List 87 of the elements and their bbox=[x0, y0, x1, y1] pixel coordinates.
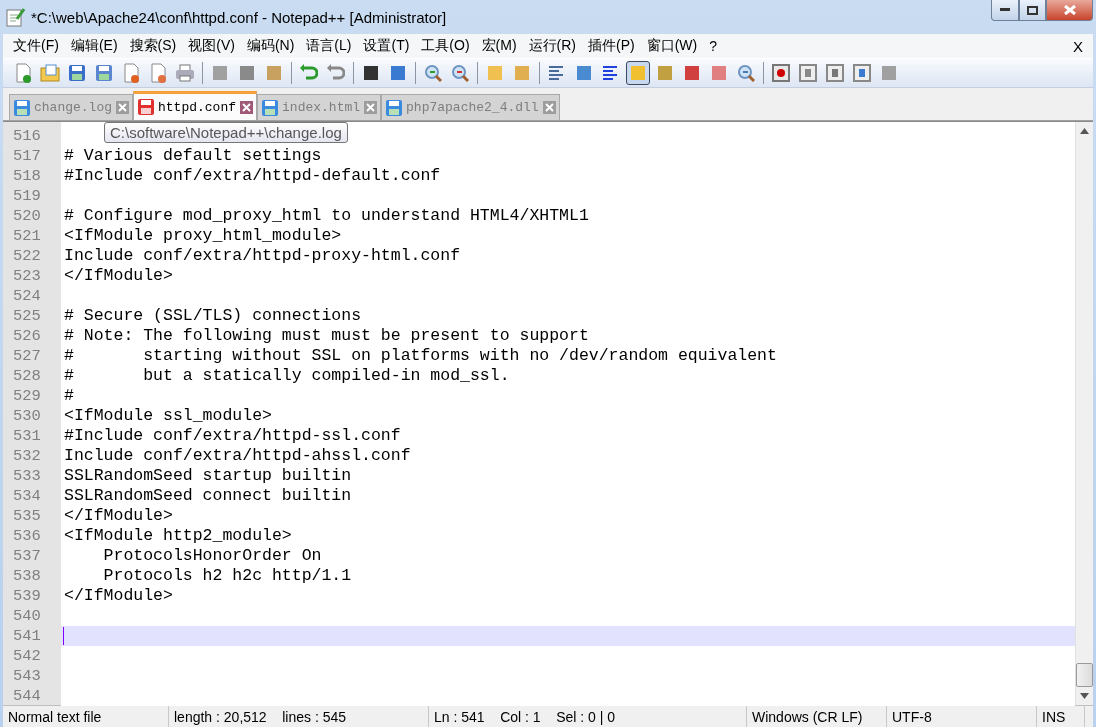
scroll-down-icon[interactable] bbox=[1080, 693, 1089, 699]
record-icon bbox=[772, 64, 790, 82]
line-number: 538 bbox=[12, 566, 42, 586]
line-number: 536 bbox=[12, 526, 42, 546]
scroll-up-icon[interactable] bbox=[1080, 128, 1089, 134]
window-title: *C:\web\Apache24\conf\httpd.conf - Notepad++ [Administrator] bbox=[31, 8, 448, 26]
line-number: 525 bbox=[12, 306, 42, 326]
indent-guide-icon bbox=[602, 64, 620, 82]
line-number: 542 bbox=[12, 646, 42, 666]
menu-item[interactable]: 视图(V) bbox=[182, 37, 241, 55]
redo-icon bbox=[327, 64, 345, 82]
line-number: 524 bbox=[12, 286, 42, 306]
close-icon bbox=[1063, 5, 1076, 15]
file-tab[interactable]: httpd.conf bbox=[133, 91, 258, 120]
line-number: 533 bbox=[12, 466, 42, 486]
line-number: 541 bbox=[12, 626, 42, 646]
save-all-icon bbox=[95, 64, 113, 82]
menu-item[interactable]: 窗口(W) bbox=[640, 37, 704, 55]
menu-item[interactable]: 设置(T) bbox=[357, 37, 416, 55]
status-text: Windows (CR LF) bbox=[747, 706, 887, 727]
line-number: 523 bbox=[12, 266, 42, 286]
line-number: 520 bbox=[12, 206, 42, 226]
close-file-icon bbox=[122, 63, 140, 83]
line-number: 543 bbox=[12, 666, 42, 686]
line-number: 530 bbox=[12, 406, 42, 426]
menu-item[interactable]: 编辑(E) bbox=[64, 37, 124, 55]
close-tab-icon[interactable] bbox=[542, 101, 556, 114]
close-all-icon bbox=[149, 63, 167, 83]
scroll-thumb[interactable] bbox=[1076, 663, 1093, 687]
line-number: 537 bbox=[12, 546, 42, 566]
line-number: 528 bbox=[12, 366, 42, 386]
notepad-icon bbox=[5, 7, 25, 27]
line-number: 529 bbox=[12, 386, 42, 406]
close-tab-icon[interactable] bbox=[364, 101, 378, 114]
open-folder-icon bbox=[40, 64, 60, 82]
line-number: 540 bbox=[12, 606, 42, 626]
menu-item[interactable]: 运行(R) bbox=[522, 37, 582, 55]
zoom-in-icon bbox=[424, 64, 442, 82]
word-wrap-icon bbox=[548, 64, 566, 82]
line-number: 518 bbox=[12, 166, 42, 186]
maximize-button[interactable] bbox=[1019, 0, 1046, 21]
status-text: Ln : 541 Col : 1 Sel : 0 | 0 bbox=[429, 706, 747, 727]
line-number: 516 bbox=[12, 126, 42, 146]
save-icon bbox=[14, 99, 30, 116]
menu-item[interactable]: 文件(F) bbox=[7, 37, 65, 55]
tooltip: C:\software\Notepad++\change.log bbox=[104, 122, 348, 143]
status-text: Normal text file bbox=[3, 706, 169, 727]
menu-item[interactable]: 搜索(S) bbox=[123, 37, 183, 55]
minimize-icon bbox=[1000, 8, 1010, 12]
menu-item[interactable]: ? bbox=[703, 38, 724, 54]
status-text: length : 20,512 lines : 545 bbox=[169, 706, 429, 727]
line-number: 522 bbox=[12, 246, 42, 266]
line-number: 544 bbox=[12, 686, 42, 706]
status-text: INS bbox=[1037, 706, 1085, 727]
save-icon bbox=[262, 99, 279, 116]
minimize-button[interactable] bbox=[991, 0, 1019, 21]
line-number: 535 bbox=[12, 506, 42, 526]
line-number: 539 bbox=[12, 586, 42, 606]
line-number: 532 bbox=[12, 446, 42, 466]
menu-item[interactable]: 编码(N) bbox=[240, 37, 301, 55]
menu-item[interactable]: 工具(O) bbox=[415, 37, 476, 55]
toolbar-button[interactable] bbox=[769, 61, 793, 85]
save-icon bbox=[68, 64, 86, 82]
close-document-button[interactable]: X bbox=[1073, 37, 1083, 55]
text-caret bbox=[63, 627, 64, 645]
menu-item[interactable]: 插件(P) bbox=[582, 37, 641, 55]
new-file-icon bbox=[14, 63, 32, 83]
line-number: 517 bbox=[12, 146, 42, 166]
printer-icon bbox=[175, 64, 195, 82]
zoom-out-icon bbox=[451, 64, 469, 82]
save-icon bbox=[386, 99, 403, 116]
line-number: 526 bbox=[12, 326, 42, 346]
line-number: 531 bbox=[12, 426, 42, 446]
close-tab-icon[interactable] bbox=[116, 101, 129, 114]
toolbar-button[interactable] bbox=[626, 61, 650, 85]
line-number: 534 bbox=[12, 486, 42, 506]
close-button[interactable] bbox=[1046, 0, 1093, 21]
save-icon bbox=[138, 99, 154, 115]
line-number: 527 bbox=[12, 346, 42, 366]
maximize-icon bbox=[1027, 5, 1038, 15]
close-tab-icon[interactable] bbox=[240, 100, 254, 114]
menu-item[interactable]: 宏(M) bbox=[475, 37, 523, 55]
line-number: 519 bbox=[12, 186, 42, 206]
status-text: UTF-8 bbox=[887, 706, 1037, 727]
line-number: 521 bbox=[12, 226, 42, 246]
undo-icon bbox=[300, 64, 318, 82]
menu-item[interactable]: 语言(L) bbox=[300, 37, 358, 55]
